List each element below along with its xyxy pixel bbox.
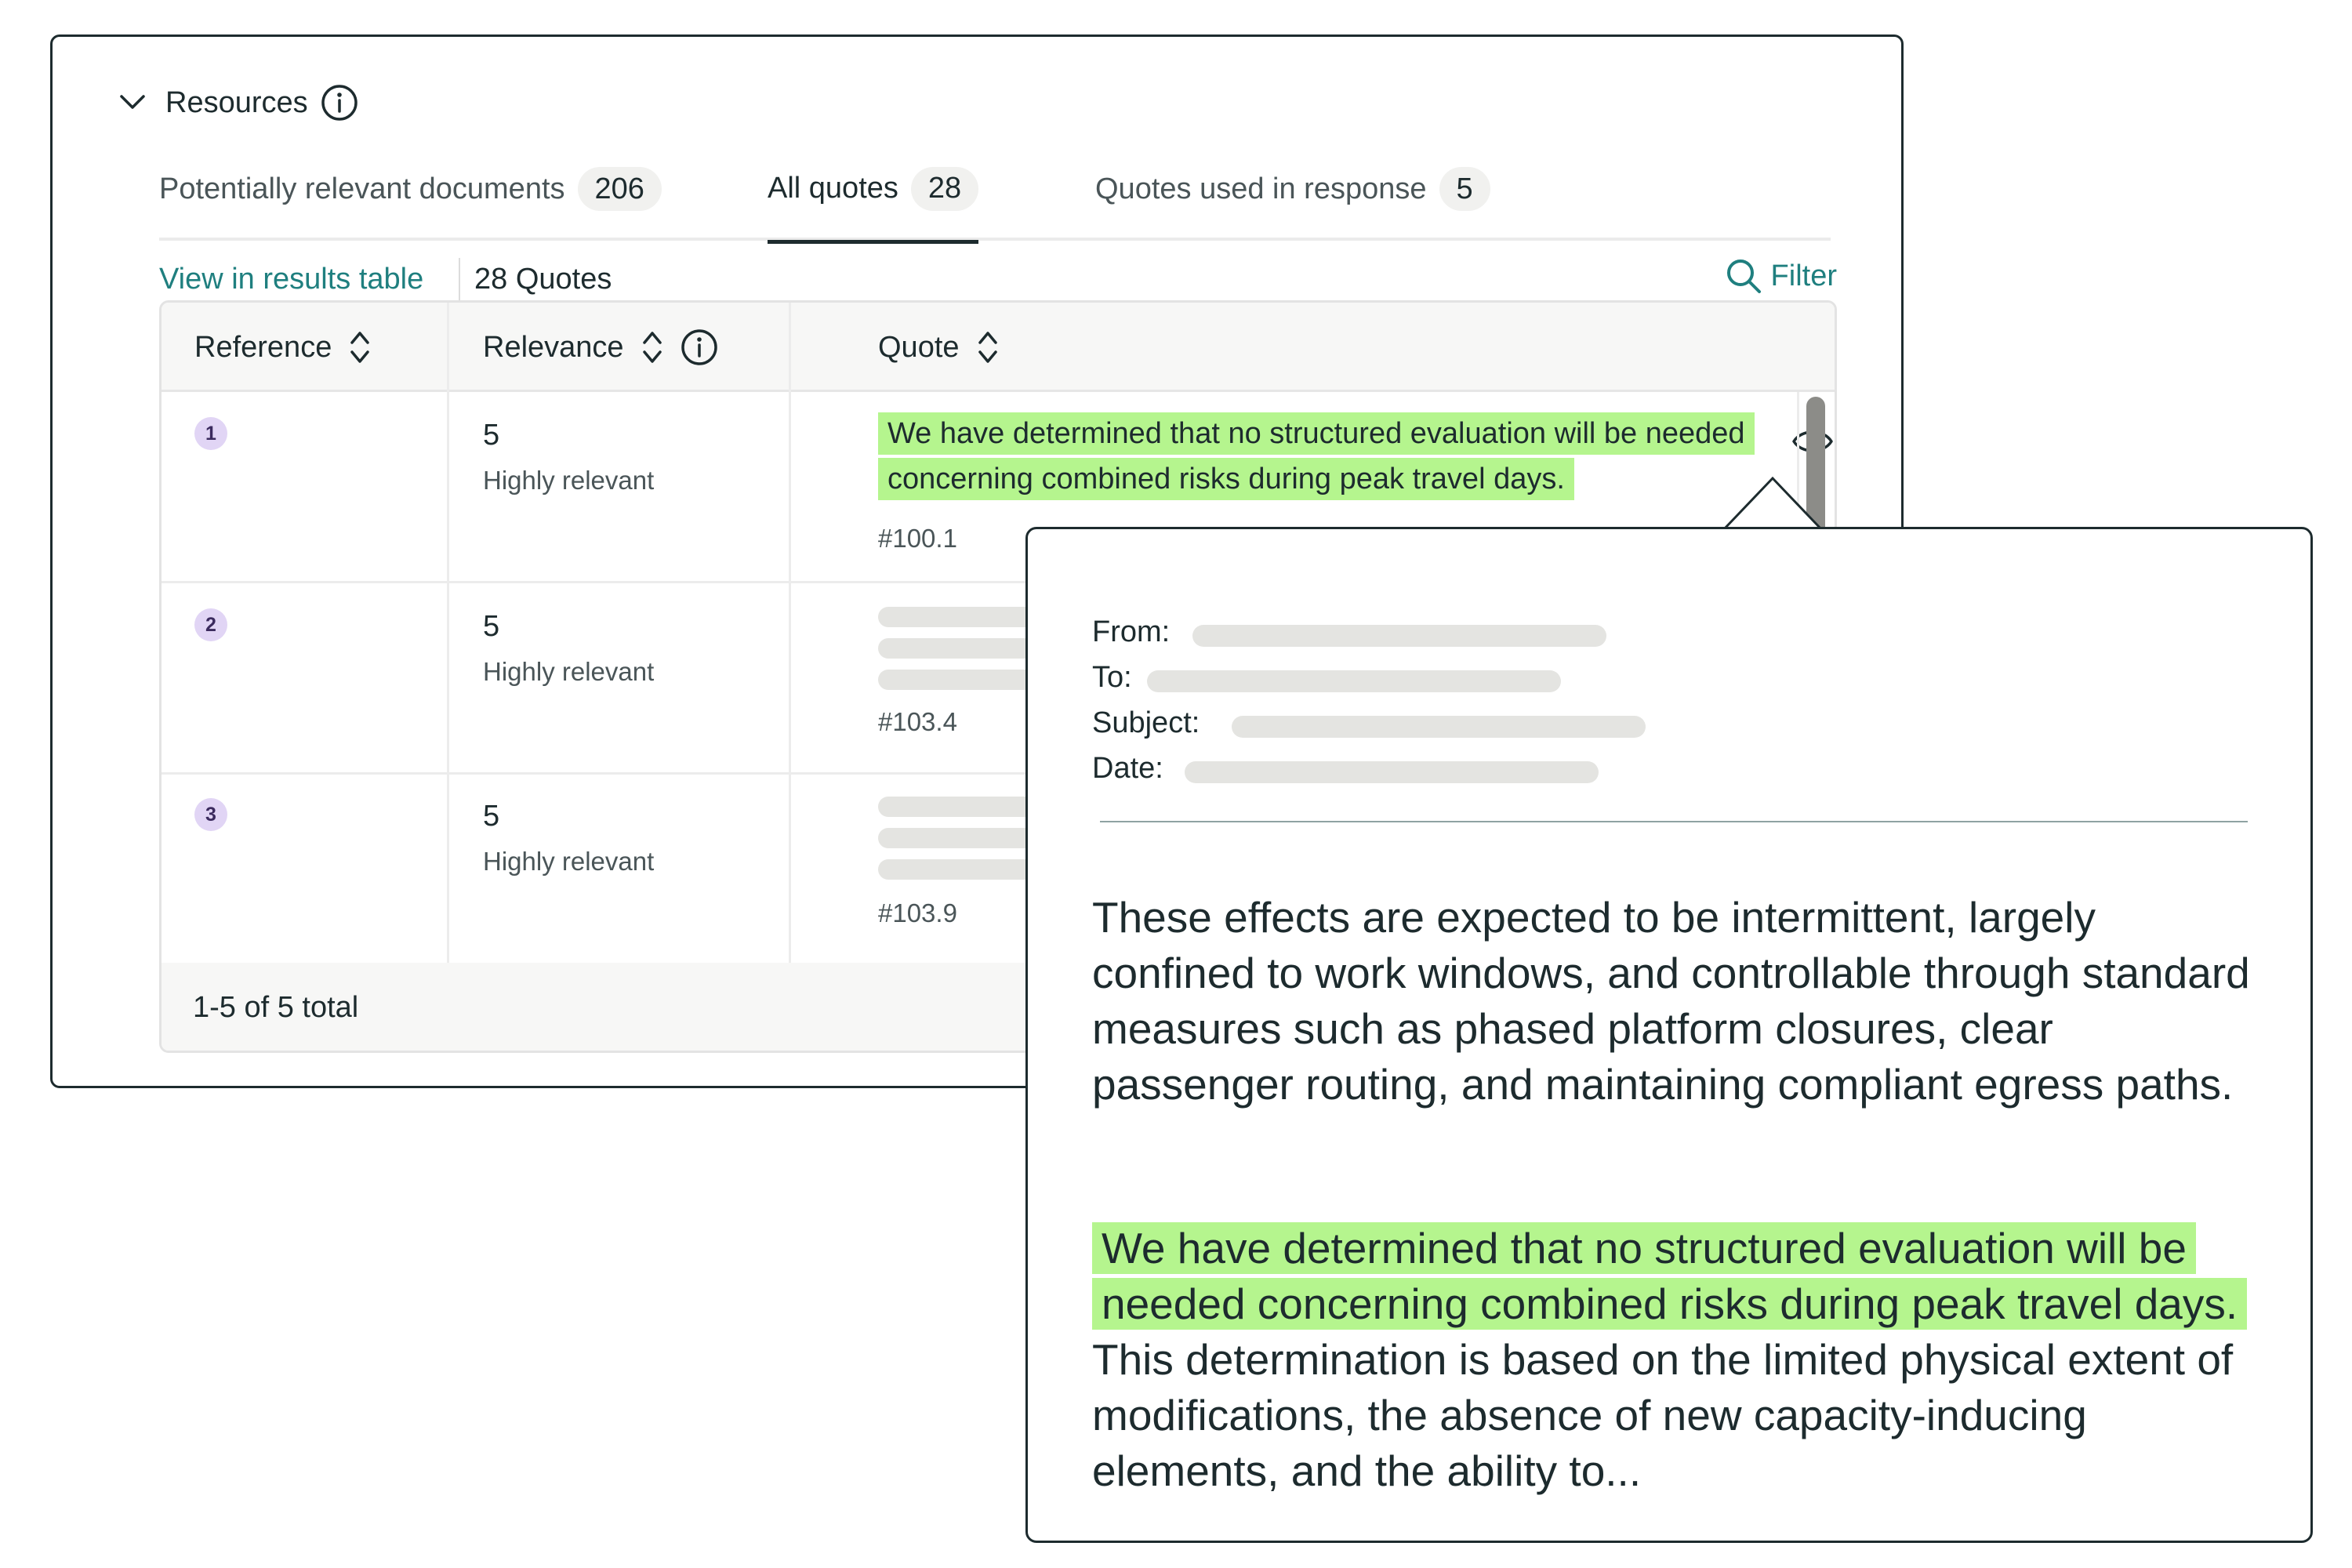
document-paragraph: These effects are expected to be intermi… bbox=[1092, 893, 2250, 1109]
from-label: From: bbox=[1092, 615, 1171, 648]
view-in-results-table-link[interactable]: View in results table bbox=[159, 263, 423, 296]
info-icon[interactable] bbox=[321, 83, 360, 122]
tab-label: All quotes bbox=[768, 172, 898, 205]
column-label: Reference bbox=[194, 330, 332, 364]
highlighted-quote: We have determined that no structured ev… bbox=[1092, 1222, 2248, 1330]
to-label: To: bbox=[1092, 661, 1132, 694]
relevance-label: Highly relevant bbox=[483, 657, 655, 686]
quote-count: 28 Quotes bbox=[474, 263, 612, 296]
tab-quotes-used-in-response[interactable]: Quotes used in response 5 bbox=[1095, 137, 1490, 241]
quote-reference: #103.4 bbox=[878, 707, 957, 736]
reference-badge: 3 bbox=[194, 798, 227, 831]
chevron-down-icon[interactable] bbox=[115, 85, 150, 120]
to-placeholder bbox=[1147, 670, 1561, 692]
date-label: Date: bbox=[1092, 752, 1163, 785]
popover-arrow bbox=[1722, 476, 1824, 532]
filter-label: Filter bbox=[1770, 259, 1837, 292]
sort-icon[interactable] bbox=[977, 328, 999, 366]
tab-potentially-relevant-documents[interactable]: Potentially relevant documents 206 bbox=[159, 137, 662, 241]
resources-title: Resources bbox=[165, 85, 308, 119]
document-paragraph-highlighted: We have determined that no structured ev… bbox=[1092, 1221, 2260, 1499]
count-badge: 5 bbox=[1439, 167, 1490, 211]
tab-label: Potentially relevant documents bbox=[159, 172, 565, 205]
table-header: Reference Relevance Quote bbox=[162, 303, 1835, 392]
quote-reference: #103.9 bbox=[878, 898, 957, 927]
column-label: Relevance bbox=[483, 330, 624, 364]
count-badge: 206 bbox=[577, 167, 662, 211]
from-placeholder bbox=[1192, 625, 1606, 647]
count-badge: 28 bbox=[910, 166, 979, 211]
filter-button[interactable]: Filter bbox=[1724, 256, 1837, 296]
date-placeholder bbox=[1185, 761, 1599, 783]
sort-icon[interactable] bbox=[349, 328, 371, 366]
tab-label: Quotes used in response bbox=[1095, 172, 1427, 205]
column-header-reference[interactable]: Reference bbox=[194, 303, 371, 392]
relevance-score: 5 bbox=[483, 800, 500, 833]
paragraph-continuation: This determination is based on the limit… bbox=[1092, 1335, 2234, 1495]
relevance-label: Highly relevant bbox=[483, 466, 655, 495]
reference-badge: 1 bbox=[194, 417, 227, 450]
popover-divider bbox=[1100, 821, 2248, 822]
reference-badge: 2 bbox=[194, 608, 227, 641]
highlighted-quote: We have determined that no structured ev… bbox=[878, 412, 1755, 500]
search-icon bbox=[1726, 260, 1761, 293]
subject-placeholder bbox=[1232, 716, 1646, 738]
sort-icon[interactable] bbox=[641, 328, 663, 366]
quote-text: We have determined that no structured ev… bbox=[878, 411, 1780, 502]
relevance-label: Highly relevant bbox=[483, 847, 655, 876]
tab-bar: Potentially relevant documents 206 All q… bbox=[159, 137, 1831, 244]
resources-header[interactable]: Resources bbox=[115, 78, 360, 128]
tab-all-quotes[interactable]: All quotes 28 bbox=[768, 137, 979, 244]
relevance-score: 5 bbox=[483, 610, 500, 643]
column-header-relevance[interactable]: Relevance bbox=[483, 303, 718, 392]
subject-label: Subject: bbox=[1092, 706, 1200, 739]
info-icon[interactable] bbox=[681, 328, 718, 366]
column-header-quote[interactable]: Quote bbox=[878, 303, 999, 392]
document-preview-popover: From: To: Subject: Date: These effects a… bbox=[1025, 527, 2313, 1543]
pagination-summary: 1-5 of 5 total bbox=[193, 991, 359, 1024]
column-label: Quote bbox=[878, 330, 960, 364]
relevance-score: 5 bbox=[483, 419, 500, 452]
quote-reference: #100.1 bbox=[878, 524, 957, 553]
